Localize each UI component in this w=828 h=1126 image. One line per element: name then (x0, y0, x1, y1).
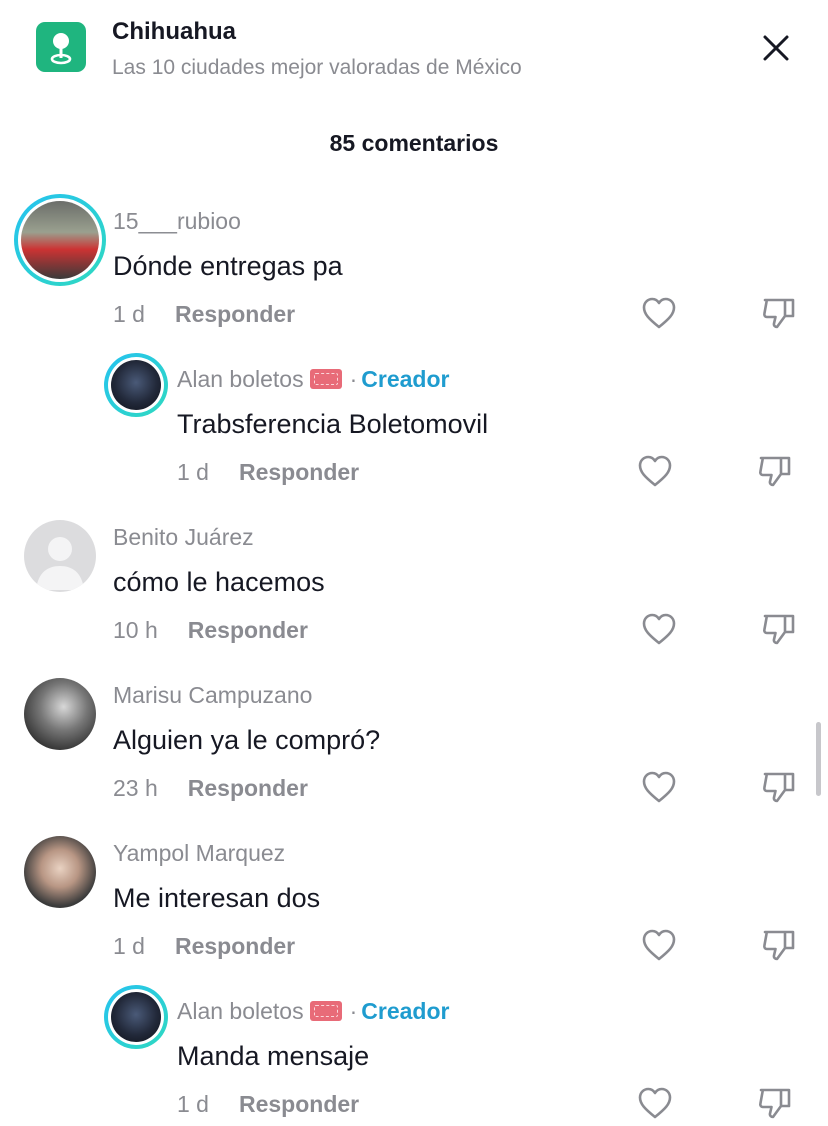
reply-button[interactable]: Responder (239, 459, 359, 485)
comment-time: 1 d (113, 933, 145, 959)
comment-meta: 1 d Responder (113, 933, 295, 960)
close-icon[interactable] (756, 28, 796, 68)
comment-meta: 1 d Responder (113, 301, 295, 328)
dislike-icon[interactable] (761, 296, 797, 330)
ticket-emoji-icon (309, 369, 342, 390)
avatar[interactable] (104, 985, 168, 1049)
comment-text: Dónde entregas pa (113, 251, 343, 281)
avatar[interactable] (24, 520, 96, 592)
dislike-icon[interactable] (757, 454, 793, 488)
dislike-icon[interactable] (757, 1086, 793, 1120)
heart-icon[interactable] (641, 612, 677, 646)
heart-icon[interactable] (641, 928, 677, 962)
comment-username[interactable]: Benito Juárez (113, 524, 254, 551)
scrollbar[interactable] (816, 722, 821, 796)
location-pin-icon[interactable] (36, 22, 86, 72)
comment-meta: 1 d Responder (177, 1091, 359, 1118)
ticket-emoji-icon (309, 1001, 342, 1022)
heart-icon[interactable] (637, 454, 673, 488)
header: Chihuahua Las 10 ciudades mejor valorada… (0, 0, 828, 120)
dislike-icon[interactable] (761, 928, 797, 962)
heart-icon[interactable] (637, 1086, 673, 1120)
avatar[interactable] (24, 678, 96, 750)
comment-meta: 23 h Responder (113, 775, 308, 802)
comment-meta: 10 h Responder (113, 617, 308, 644)
comment-text: cómo le hacemos (113, 567, 325, 597)
comment-time: 1 d (113, 301, 145, 327)
dislike-icon[interactable] (761, 770, 797, 804)
reply-button[interactable]: Responder (175, 933, 295, 959)
comment-text: Trabsferencia Boletomovil (177, 409, 489, 439)
reply-button[interactable]: Responder (188, 775, 308, 801)
comment-username[interactable]: Alan boletos · Creador (177, 366, 449, 393)
comment-time: 10 h (113, 617, 158, 643)
heart-icon[interactable] (641, 770, 677, 804)
location-title[interactable]: Chihuahua (112, 18, 236, 46)
dislike-icon[interactable] (761, 612, 797, 646)
creator-badge: Creador (361, 998, 450, 1024)
heart-icon[interactable] (641, 296, 677, 330)
reply-button[interactable]: Responder (239, 1091, 359, 1117)
comment-username[interactable]: Alan boletos · Creador (177, 998, 449, 1025)
comment-username[interactable]: Marisu Campuzano (113, 682, 312, 709)
avatar[interactable] (24, 836, 96, 908)
creator-badge: Creador (361, 366, 450, 392)
avatar[interactable] (104, 353, 168, 417)
comment-text: Manda mensaje (177, 1041, 370, 1071)
comment-time: 1 d (177, 1091, 209, 1117)
comment-text: Me interesan dos (113, 883, 321, 913)
avatar[interactable] (14, 194, 106, 286)
location-subtitle: Las 10 ciudades mejor valoradas de Méxic… (112, 56, 522, 79)
comment-time: 23 h (113, 775, 158, 801)
comment-count: 85 comentarios (329, 130, 499, 156)
comment-username[interactable]: 15___rubioo (113, 208, 241, 235)
reply-button[interactable]: Responder (175, 301, 295, 327)
comment-text: Alguien ya le compró? (113, 725, 381, 755)
comment-meta: 1 d Responder (177, 459, 359, 486)
reply-button[interactable]: Responder (188, 617, 308, 643)
comment-username[interactable]: Yampol Marquez (113, 840, 285, 867)
comment-time: 1 d (177, 459, 209, 485)
